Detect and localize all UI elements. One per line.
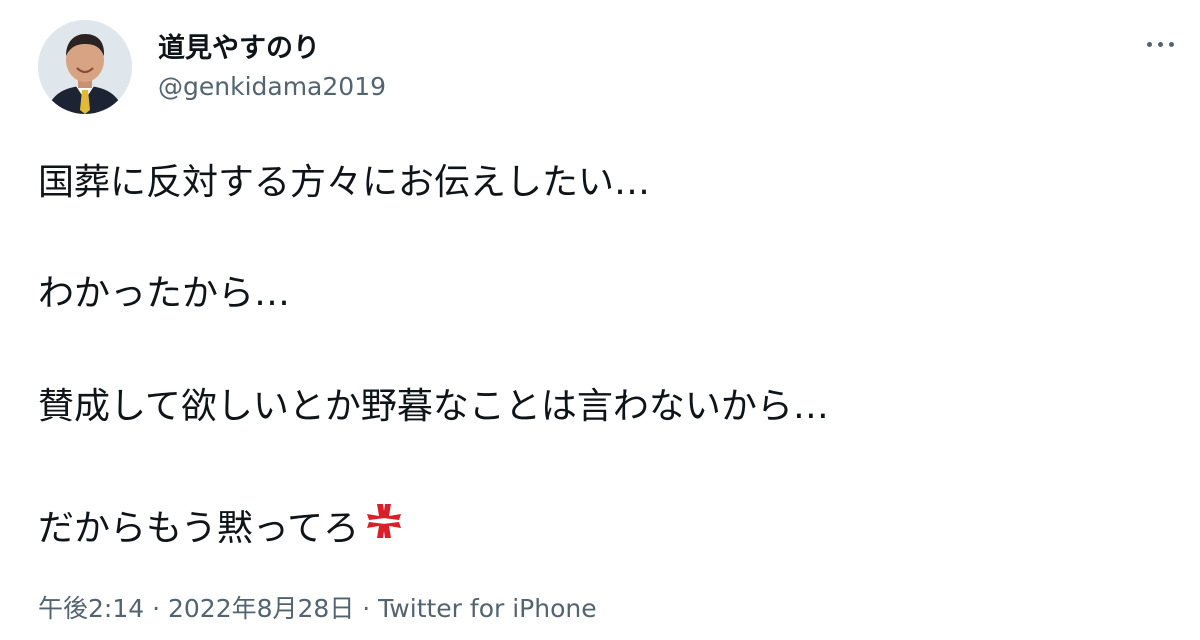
more-dot	[1168, 41, 1174, 47]
user-handle[interactable]: @genkidama2019	[158, 72, 386, 101]
tweet-text-line-last: だからもう黙ってろ	[38, 498, 407, 551]
tweet-source[interactable]: Twitter for iPhone	[378, 594, 596, 623]
more-dot	[1146, 41, 1152, 47]
more-dot	[1157, 41, 1163, 47]
tweet-text-line: わかったから…	[38, 273, 291, 314]
tweet-text-line: 国葬に反対する方々にお伝えしたい…	[38, 162, 651, 203]
tweet-text: だからもう黙ってろ	[38, 508, 360, 549]
anger-symbol-icon	[361, 498, 407, 551]
meta-separator: ·	[354, 594, 379, 623]
tweet-text-line: 賛成して欲しいとか野暮なことは言わないから…	[38, 386, 829, 427]
display-name[interactable]: 道見やすのり	[158, 26, 320, 65]
tweet-metadata: 午後2:14 · 2022年8月28日 · Twitter for iPhone	[38, 589, 597, 625]
meta-separator: ·	[144, 594, 168, 623]
more-options-icon[interactable]	[1136, 24, 1184, 64]
tweet-card: 道見やすのり @genkidama2019 国葬に反対する方々にお伝えしたい… …	[0, 0, 1200, 640]
avatar[interactable]	[38, 20, 132, 114]
tweet-date[interactable]: 2022年8月28日	[168, 594, 354, 623]
tweet-time[interactable]: 午後2:14	[38, 594, 144, 623]
